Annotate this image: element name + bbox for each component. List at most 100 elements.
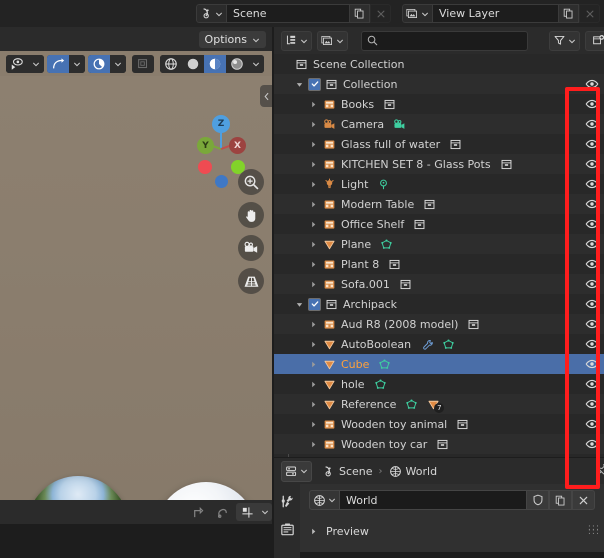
gizmo-axis-neg-y[interactable] [198,160,212,174]
collection-checkbox[interactable] [308,78,321,91]
disclosure-triangle-right-icon[interactable] [308,280,319,289]
visibility-eye-toggle[interactable] [580,214,604,234]
fake-user-button[interactable] [526,490,549,510]
outliner-row-autoboolean[interactable]: AutoBoolean [274,334,604,354]
visibility-eye-toggle[interactable] [580,114,604,134]
outliner-row-reference[interactable]: Reference7 [274,394,604,414]
visibility-eye-toggle[interactable] [580,394,604,414]
orientation-dropdown-button[interactable] [69,55,85,73]
display-mode-dropdown[interactable] [281,31,312,51]
disclosure-triangle-right-icon[interactable] [308,240,319,249]
visibility-eye-toggle[interactable] [580,374,604,394]
overlay-dropdown-button[interactable] [258,503,272,521]
snapping-group[interactable] [88,55,126,73]
transform-orientation-button[interactable] [47,55,69,73]
visibility-eye-toggle[interactable] [580,134,604,154]
outliner-row-wooden-toy-car[interactable]: Wooden toy car [274,434,604,454]
outliner-row-wooden-toy-animal[interactable]: Wooden toy animal [274,414,604,434]
mode-dropdown-button[interactable] [28,55,44,73]
outliner-search-box[interactable] [361,31,528,51]
viewport-nav-buttons[interactable] [238,169,264,294]
gizmo-axis-neg-z[interactable] [215,175,228,188]
transform-orientation-group[interactable] [47,55,85,73]
disclosure-triangle-right-icon[interactable] [308,420,319,429]
world-icon-block[interactable] [309,490,340,510]
options-button[interactable]: Options [199,31,266,48]
properties-editor[interactable]: Scene › World [274,458,604,552]
disclosure-triangle-right-icon[interactable] [308,320,319,329]
outliner-row-collection[interactable]: Collection [274,74,604,94]
zoom-button[interactable] [238,169,264,195]
visibility-eye-toggle[interactable] [580,174,604,194]
visibility-eye-toggle[interactable] [580,234,604,254]
outliner-tree[interactable]: Scene CollectionCollectionBooksCameraGla… [274,54,604,457]
outliner-row-sofa-001[interactable]: Sofa.001 [274,274,604,294]
outliner-row-archipack[interactable]: Archipack [274,294,604,314]
shading-wireframe-button[interactable] [160,55,182,73]
view-layer-selector[interactable]: View Layer [402,4,600,23]
disclosure-triangle-down-icon[interactable] [294,300,305,309]
shading-mode-group[interactable] [160,55,264,73]
viewport-sidebar-toggle[interactable] [260,85,272,107]
disclosure-triangle-right-icon[interactable] [308,140,319,149]
disclosure-triangle-right-icon[interactable] [308,440,319,449]
visibility-eye-toggle[interactable] [580,294,604,314]
parent-up-button[interactable] [186,503,208,521]
visibility-eye-toggle[interactable] [580,254,604,274]
disclosure-triangle-right-icon[interactable] [308,100,319,109]
disclosure-triangle-right-icon[interactable] [308,120,319,129]
scene-selector[interactable]: Scene [196,4,391,23]
pin-button[interactable] [597,463,604,480]
outliner-row-camera[interactable]: Camera [274,114,604,134]
filter-dropdown[interactable] [549,31,580,51]
outliner-row-office-shelf[interactable]: Office Shelf [274,214,604,234]
perspective-toggle-button[interactable] [238,268,264,294]
panel-preview[interactable]: Preview [309,520,595,542]
world-name-field[interactable]: World [340,490,526,510]
visibility-eye-toggle[interactable] [580,74,604,94]
scene-name-field[interactable]: Scene [227,4,349,23]
drag-grip-icon[interactable]: :::::: [588,526,600,534]
outliner-row-cube[interactable]: Cube [274,354,604,374]
properties-editor-type-button[interactable] [281,461,312,482]
tab-tool[interactable] [276,490,298,512]
world-datablock-row[interactable]: World [309,490,595,510]
outliner-row-light[interactable]: Light [274,174,604,194]
outliner-row-glass-full-of-water[interactable]: Glass full of water [274,134,604,154]
remove-view-layer-button[interactable] [579,4,600,23]
new-scene-copy-button[interactable] [349,4,370,23]
outliner-header[interactable] [274,27,604,54]
shading-rendered-button[interactable] [226,55,248,73]
outliner-row-kitchen-set-8-glass-pots[interactable]: KITCHEN SET 8 - Glass Pots [274,154,604,174]
disclosure-triangle-right-icon[interactable] [308,360,319,369]
shading-dropdown-button[interactable] [248,55,264,73]
outliner-editor[interactable]: Scene CollectionCollectionBooksCameraGla… [274,27,604,457]
outliner-row-plant-8[interactable]: Plant 8 [274,254,604,274]
shading-material-button[interactable] [204,55,226,73]
outliner-row-aud-r8-2008-model[interactable]: Aud R8 (2008 model) [274,314,604,334]
scene-icon-block[interactable] [196,4,227,23]
gizmo-axis-z[interactable]: Z [212,115,230,133]
tab-render[interactable] [276,518,298,540]
unlink-scene-button[interactable] [370,4,391,23]
outliner-row-hole[interactable]: hole [274,374,604,394]
visibility-eye-toggle[interactable] [580,274,604,294]
outliner-row-plane[interactable]: Plane [274,234,604,254]
disclosure-triangle-right-icon[interactable] [308,200,319,209]
proportional-edit-group[interactable] [132,55,154,73]
visibility-eye-toggle[interactable] [580,334,604,354]
gizmo-axis-x[interactable]: X [229,137,246,154]
disclosure-triangle-right-icon[interactable] [308,220,319,229]
search-input[interactable] [382,33,531,48]
disclosure-triangle-right-icon[interactable] [308,400,319,409]
disclosure-triangle-down-icon[interactable] [294,80,305,89]
object-mode-button[interactable] [6,55,28,73]
unlink-world-button[interactable] [572,490,595,510]
proportional-edit-button[interactable] [132,55,154,73]
view-layer-name-field[interactable]: View Layer [433,4,558,23]
visibility-eye-toggle[interactable] [580,94,604,114]
properties-tab-strip[interactable] [274,484,300,558]
visibility-eye-toggle[interactable] [580,414,604,434]
outliner-row-scene-collection[interactable]: Scene Collection [274,54,604,74]
shading-solid-button[interactable] [182,55,204,73]
